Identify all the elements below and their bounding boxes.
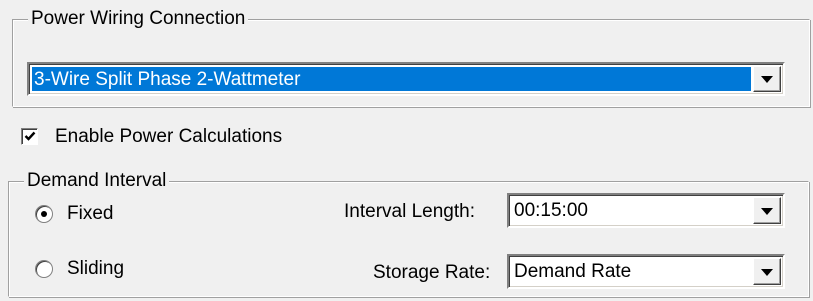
- chevron-down-icon: [761, 268, 773, 276]
- radio-dot-icon: [41, 211, 47, 217]
- sliding-radio[interactable]: [35, 260, 53, 278]
- interval-length-combo[interactable]: 00:15:00: [507, 193, 785, 228]
- demand-interval-group-title: Demand Interval: [24, 170, 170, 192]
- interval-length-value: 00:15:00: [514, 200, 588, 221]
- sliding-radio-label[interactable]: Sliding: [67, 257, 124, 281]
- storage-rate-combo[interactable]: Demand Rate: [507, 254, 785, 289]
- enable-power-calculations-checkbox[interactable]: [21, 128, 38, 145]
- storage-rate-value: Demand Rate: [514, 261, 632, 282]
- power-wiring-group-title: Power Wiring Connection: [28, 8, 249, 30]
- interval-length-label: Interval Length:: [344, 201, 475, 222]
- power-wiring-combo-value: 3-Wire Split Phase 2-Wattmeter: [32, 67, 751, 91]
- chevron-down-icon: [761, 76, 773, 83]
- storage-rate-dropdown-button[interactable]: [753, 258, 781, 285]
- enable-power-calculations-label[interactable]: Enable Power Calculations: [55, 125, 282, 149]
- fixed-radio-label[interactable]: Fixed: [67, 202, 113, 226]
- chevron-down-icon: [761, 207, 773, 215]
- power-wiring-dropdown-button[interactable]: [753, 66, 781, 92]
- interval-length-dropdown-button[interactable]: [753, 197, 781, 224]
- storage-rate-label: Storage Rate:: [373, 262, 491, 283]
- check-icon: [24, 131, 36, 141]
- fixed-radio[interactable]: [35, 205, 53, 223]
- power-wiring-combo[interactable]: 3-Wire Split Phase 2-Wattmeter: [27, 62, 785, 96]
